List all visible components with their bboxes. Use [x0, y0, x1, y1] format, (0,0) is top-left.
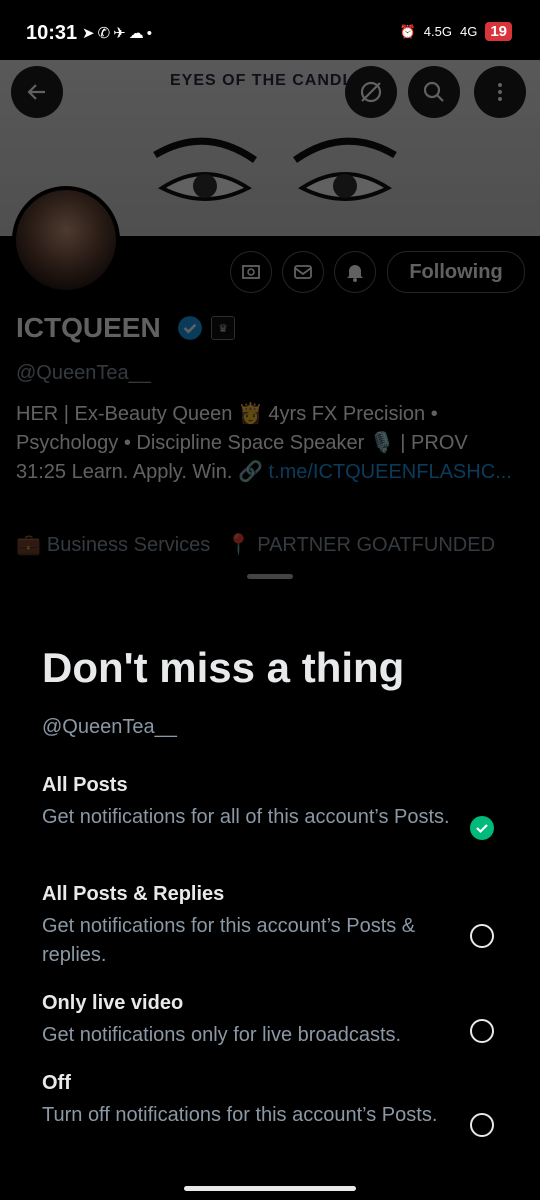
- option-description: Get notifications for all of this accoun…: [42, 806, 450, 828]
- profile-name: ICTQUEEN: [16, 312, 161, 343]
- back-arrow-icon: [27, 84, 45, 100]
- money-icon: [242, 265, 260, 279]
- grok-button[interactable]: [345, 66, 397, 118]
- avatar[interactable]: [12, 186, 120, 294]
- option-title: All Posts: [42, 774, 128, 796]
- banner-title: EYES OF THE CANDLE: [170, 72, 365, 89]
- notifications-button[interactable]: [334, 251, 376, 293]
- alarm-icon: ⏰: [399, 23, 416, 39]
- search-icon: [423, 81, 444, 102]
- radio-only-live-video[interactable]: [470, 1019, 494, 1043]
- option-only-live-video[interactable]: Only live video Get notifications only f…: [42, 992, 512, 1050]
- option-description: Get notifications for this account’s Pos…: [42, 915, 416, 966]
- location-item: 📍 PARTNER GOATFUNDED: [226, 532, 495, 557]
- affiliate-badge-icon[interactable]: ♛: [211, 316, 235, 340]
- option-all-posts[interactable]: All Posts Get notifications for all of t…: [42, 774, 512, 832]
- briefcase-icon: 💼: [16, 534, 41, 556]
- option-title: Only live video: [42, 992, 184, 1014]
- sheet-grabber[interactable]: [247, 574, 293, 579]
- envelope-icon: [294, 265, 312, 279]
- status-bar: 10:31 ➤✆✈☁• ⏰ 4.5G 4G 19: [0, 0, 540, 60]
- option-title: Off: [42, 1072, 71, 1094]
- battery-indicator: 19: [485, 22, 512, 41]
- option-description: Get notifications only for live broadcas…: [42, 1024, 402, 1046]
- bell-check-icon: [347, 265, 363, 282]
- notification-icons: ➤✆✈☁•: [82, 25, 155, 42]
- radio-all-posts-replies[interactable]: [470, 924, 494, 948]
- sheet-title: Don't miss a thing: [42, 644, 405, 691]
- back-button[interactable]: [11, 66, 63, 118]
- profile-bio: HER | Ex-Beauty Queen 👸 4yrs FX Precisio…: [16, 400, 516, 487]
- more-button[interactable]: [474, 66, 526, 118]
- category-label: Business Services: [46, 534, 211, 556]
- sheet-handle: @QueenTea__: [42, 716, 177, 738]
- option-all-posts-replies[interactable]: All Posts & Replies Get notifications fo…: [42, 883, 512, 970]
- profile-handle: @QueenTea__: [16, 362, 151, 384]
- location-label: PARTNER GOATFUNDED: [257, 534, 496, 556]
- option-description: Turn off notifications for this account’…: [42, 1104, 438, 1126]
- option-title: All Posts & Replies: [42, 883, 225, 905]
- bio-link[interactable]: t.me/ICTQUEENFLASHC...: [268, 461, 511, 483]
- status-right: ⏰ 4.5G 4G 19: [400, 22, 512, 41]
- message-button[interactable]: [282, 251, 324, 293]
- network-indicator-2: 4G: [459, 24, 478, 39]
- subscribe-button[interactable]: [230, 251, 272, 293]
- left-eye-graphic: [153, 137, 258, 201]
- home-indicator[interactable]: [184, 1186, 356, 1191]
- location-pin-icon: 📍: [226, 534, 252, 556]
- verified-badge-icon[interactable]: [177, 315, 203, 341]
- network-indicator-1: 4.5G: [423, 24, 452, 39]
- link-icon: 🔗: [237, 461, 269, 483]
- radio-all-posts-selected[interactable]: [470, 816, 494, 840]
- profile-meta: 💼 Business Services 📍 PARTNER GOATFUNDED: [16, 532, 495, 557]
- more-vertical-icon: [498, 83, 502, 101]
- option-off[interactable]: Off Turn off notifications for this acco…: [42, 1072, 512, 1130]
- following-button[interactable]: Following: [387, 251, 525, 293]
- right-eye-graphic: [292, 137, 397, 201]
- radio-off[interactable]: [470, 1113, 494, 1137]
- status-time: 10:31: [26, 22, 78, 44]
- check-icon: [476, 824, 488, 834]
- category-item: 💼 Business Services: [16, 532, 210, 557]
- grok-icon: [360, 81, 382, 103]
- search-button[interactable]: [408, 66, 460, 118]
